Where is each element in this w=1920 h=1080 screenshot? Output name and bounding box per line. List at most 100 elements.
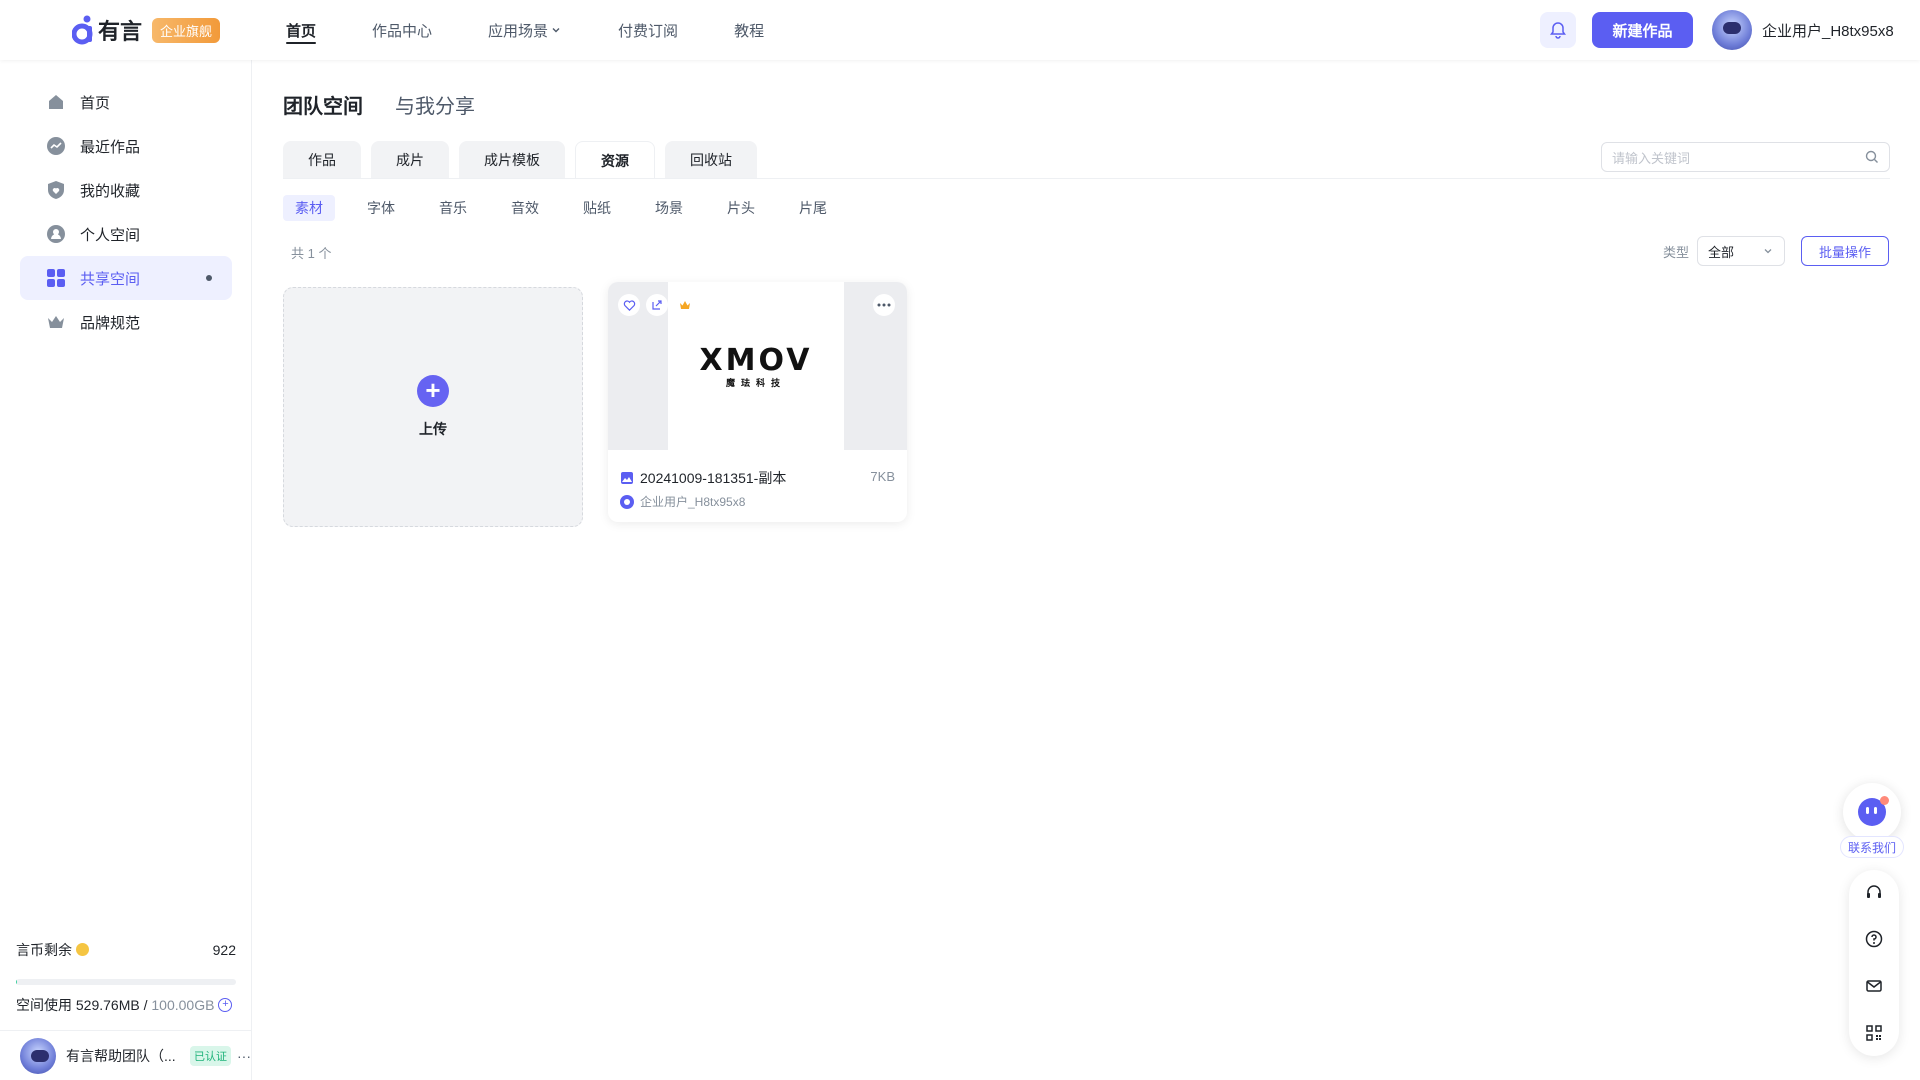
more-icon[interactable]: ··· xyxy=(237,1048,251,1064)
filter-bar: 类型 全部 批量操作 xyxy=(1663,236,1890,266)
sidebar-item-label: 共享空间 xyxy=(80,270,141,288)
more-options-icon[interactable] xyxy=(873,294,895,316)
active-dot xyxy=(206,275,212,281)
tab-intro[interactable]: 片头 xyxy=(715,195,767,221)
sidebar: 首页 最近作品 我的收藏 个人空间 共享空间 品牌规范 言币剩余 922 空间使… xyxy=(0,60,252,1080)
tab-scenes[interactable]: 场景 xyxy=(643,195,695,221)
sidebar-item-label: 最近作品 xyxy=(80,138,141,156)
tab-videos[interactable]: 成片 xyxy=(371,141,449,179)
chevron-down-icon xyxy=(1764,249,1772,254)
storage-total: 100.00GB xyxy=(151,997,215,1013)
sidebar-item-brand[interactable]: 品牌规范 xyxy=(20,300,232,344)
upload-label: 上传 xyxy=(419,421,447,437)
search-input[interactable]: 请输入关键词 xyxy=(1601,142,1890,172)
favorite-icon[interactable] xyxy=(618,294,640,316)
grid-icon xyxy=(46,268,66,288)
team-name: 有言帮助团队（... xyxy=(66,1047,176,1064)
storage-separator: / xyxy=(139,997,152,1013)
upload-card[interactable]: + 上传 xyxy=(283,287,583,527)
xmov-logo: XMOV xyxy=(699,343,813,378)
nav-subscription[interactable]: 付费订阅 xyxy=(618,0,678,60)
floating-toolbar xyxy=(1849,870,1899,1056)
sidebar-item-recent[interactable]: 最近作品 xyxy=(20,124,232,168)
nav-works-center[interactable]: 作品中心 xyxy=(372,0,432,60)
tab-recycle-bin[interactable]: 回收站 xyxy=(665,141,757,179)
category-tabs: 作品 成片 成片模板 资源 回收站 xyxy=(283,141,767,179)
tab-materials[interactable]: 素材 xyxy=(283,195,335,221)
tab-works[interactable]: 作品 xyxy=(283,141,361,179)
heart-shield-icon xyxy=(46,180,66,200)
tab-team-space[interactable]: 团队空间 xyxy=(283,90,363,119)
storage-label: 空间使用 xyxy=(16,997,72,1013)
tab-outro[interactable]: 片尾 xyxy=(787,195,839,221)
resource-name: 20241009-181351-副本 xyxy=(640,470,787,486)
add-storage-icon[interactable]: + xyxy=(218,998,233,1012)
new-work-button[interactable]: 新建作品 xyxy=(1592,12,1693,48)
top-bar: 有言 企业旗舰 首页 作品中心 应用场景 付费订阅 教程 新建作品 企业用户_H… xyxy=(0,0,1920,60)
resource-owner: 企业用户_H8tx95x8 xyxy=(620,493,745,510)
edition-badge: 企业旗舰 xyxy=(152,17,221,43)
mail-icon[interactable] xyxy=(1862,974,1886,998)
bot-icon xyxy=(1858,796,1889,826)
owner-avatar-icon xyxy=(620,494,634,509)
sidebar-item-home[interactable]: 首页 xyxy=(20,80,232,124)
image-icon xyxy=(621,472,633,484)
sidebar-item-label: 个人空间 xyxy=(80,226,141,244)
nav-tutorial[interactable]: 教程 xyxy=(734,0,764,60)
main-nav: 首页 作品中心 应用场景 付费订阅 教程 xyxy=(286,0,820,60)
notification-button[interactable] xyxy=(1540,12,1576,48)
coin-icon xyxy=(76,943,89,956)
chevron-down-icon xyxy=(552,28,560,33)
tab-stickers[interactable]: 贴纸 xyxy=(571,195,623,221)
coin-balance: 言币剩余 922 xyxy=(16,940,236,960)
sidebar-item-label: 首页 xyxy=(80,94,111,112)
search-placeholder: 请输入关键词 xyxy=(1612,150,1691,166)
storage-usage: 空间使用 529.76MB / 100.00GB + xyxy=(16,995,233,1015)
qr-code-icon[interactable] xyxy=(1862,1021,1886,1045)
sidebar-item-personal[interactable]: 个人空间 xyxy=(20,212,232,256)
assistant-bot-button[interactable] xyxy=(1843,783,1901,841)
batch-operation-button[interactable]: 批量操作 xyxy=(1801,236,1890,266)
item-count: 共 1 个 xyxy=(291,246,332,261)
space-tabs: 团队空间 与我分享 xyxy=(283,90,507,119)
sidebar-item-shared[interactable]: 共享空间 xyxy=(20,256,232,300)
user-icon xyxy=(46,224,66,244)
team-switcher[interactable]: 有言帮助团队（... 已认证 ··· xyxy=(0,1030,252,1080)
resource-title: 20241009-181351-副本 xyxy=(620,468,786,488)
sidebar-item-favorites[interactable]: 我的收藏 xyxy=(20,168,232,212)
tab-resources[interactable]: 资源 xyxy=(575,141,655,179)
bell-icon xyxy=(1550,22,1566,39)
tab-music[interactable]: 音乐 xyxy=(427,195,479,221)
search-icon[interactable] xyxy=(1865,150,1879,164)
help-icon[interactable] xyxy=(1862,927,1886,951)
share-icon[interactable] xyxy=(646,294,668,316)
plus-icon: + xyxy=(417,375,449,407)
coin-label: 言币剩余 xyxy=(16,942,72,958)
sidebar-item-label: 我的收藏 xyxy=(80,182,141,200)
user-menu[interactable]: 企业用户_H8tx95x8 xyxy=(1712,10,1894,50)
filter-label: 类型 xyxy=(1663,244,1690,260)
verified-badge: 已认证 xyxy=(190,1045,231,1066)
xmov-logo-subtitle: 魔珐科技 xyxy=(725,378,786,388)
resource-card[interactable]: XMOV 魔珐科技 20241009-181351-副本 7KB 企业用户_H8… xyxy=(608,282,907,522)
sidebar-item-label: 品牌规范 xyxy=(80,314,141,332)
owner-name: 企业用户_H8tx95x8 xyxy=(640,495,746,509)
nav-scenarios[interactable]: 应用场景 xyxy=(488,0,562,60)
contact-us-button[interactable]: 联系我们 xyxy=(1840,836,1904,858)
user-name: 企业用户_H8tx95x8 xyxy=(1762,22,1894,40)
app-logo[interactable]: 有言 企业旗舰 xyxy=(71,14,221,46)
resource-size: 7KB xyxy=(870,469,895,484)
tab-shared-with-me[interactable]: 与我分享 xyxy=(395,90,475,119)
nav-home[interactable]: 首页 xyxy=(286,0,317,60)
resource-type-tabs: 素材 字体 音乐 音效 贴纸 场景 片头 片尾 xyxy=(283,195,859,221)
crown-icon xyxy=(674,294,696,316)
type-select[interactable]: 全部 xyxy=(1697,236,1786,266)
headset-icon[interactable] xyxy=(1862,880,1886,904)
tab-fonts[interactable]: 字体 xyxy=(355,195,407,221)
storage-used: 529.76MB xyxy=(75,997,140,1013)
tab-sound-effects[interactable]: 音效 xyxy=(499,195,551,221)
home-icon xyxy=(46,92,66,112)
crown-icon xyxy=(46,312,66,332)
tab-video-templates[interactable]: 成片模板 xyxy=(459,141,565,179)
storage-progress-fill xyxy=(16,979,18,985)
